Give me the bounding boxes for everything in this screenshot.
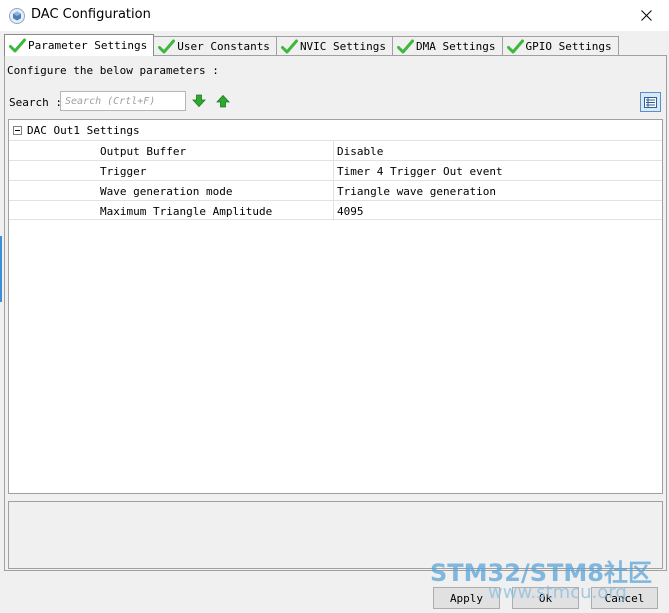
property-name: Output Buffer (100, 145, 187, 158)
property-value[interactable]: 4095 (337, 205, 364, 218)
tab-label: NVIC Settings (299, 40, 387, 53)
window-title: DAC Configuration (31, 7, 151, 22)
cancel-button[interactable]: Cancel (591, 587, 658, 609)
property-value[interactable]: Disable (337, 145, 383, 158)
group-label: DAC Out1 Settings (27, 123, 140, 137)
tab-dma-settings[interactable]: DMA Settings (392, 36, 503, 56)
dialog-client-area: Parameter Settings User Constants NVIC S… (0, 31, 669, 613)
configure-label: Configure the below parameters : (7, 64, 219, 77)
apply-button[interactable]: Apply (433, 587, 500, 609)
list-view-icon (644, 96, 657, 108)
table-row[interactable]: Trigger Timer 4 Trigger Out event (9, 160, 662, 181)
tree-group-header[interactable]: DAC Out1 Settings (9, 120, 662, 140)
property-name: Maximum Triangle Amplitude (100, 205, 273, 218)
close-button[interactable] (623, 0, 669, 31)
tab-label: Parameter Settings (28, 39, 148, 52)
table-row[interactable]: Maximum Triangle Amplitude 4095 (9, 200, 662, 221)
check-icon (158, 39, 176, 53)
check-icon (397, 39, 415, 53)
search-label: Search : (9, 96, 62, 109)
table-row[interactable]: Output Buffer Disable (9, 140, 662, 161)
property-value[interactable]: Timer 4 Trigger Out event (337, 165, 503, 178)
ok-button[interactable]: Ok (512, 587, 579, 609)
app-cube-icon (9, 8, 25, 24)
close-icon (640, 10, 652, 21)
tab-label: GPIO Settings (525, 40, 612, 53)
arrow-down-icon[interactable] (192, 94, 206, 108)
tab-label: User Constants (177, 40, 270, 53)
tab-nvic-settings[interactable]: NVIC Settings (275, 36, 394, 56)
arrow-up-icon[interactable] (216, 94, 230, 108)
description-box (8, 501, 663, 569)
tab-strip: Parameter Settings User Constants NVIC S… (4, 34, 619, 56)
list-view-toggle[interactable] (640, 92, 661, 112)
property-name: Trigger (100, 165, 147, 178)
left-accent-bar (0, 236, 2, 302)
check-icon (280, 39, 298, 53)
parameter-settings-panel: Configure the below parameters : Search … (4, 55, 667, 571)
collapse-icon[interactable] (13, 125, 22, 135)
search-input[interactable] (60, 91, 186, 111)
property-value[interactable]: Triangle wave generation (337, 185, 496, 198)
title-bar: DAC Configuration (0, 0, 669, 31)
tab-user-constants[interactable]: User Constants (153, 36, 277, 56)
tab-parameter-settings[interactable]: Parameter Settings (4, 34, 155, 56)
check-icon (9, 38, 26, 52)
check-icon (506, 39, 524, 53)
parameter-tree: DAC Out1 Settings Output Buffer Disable … (8, 119, 663, 494)
tab-label: DMA Settings (416, 40, 496, 53)
property-name: Wave generation mode (100, 185, 233, 198)
tab-gpio-settings[interactable]: GPIO Settings (501, 36, 619, 56)
table-row[interactable]: Wave generation mode Triangle wave gener… (9, 180, 662, 201)
